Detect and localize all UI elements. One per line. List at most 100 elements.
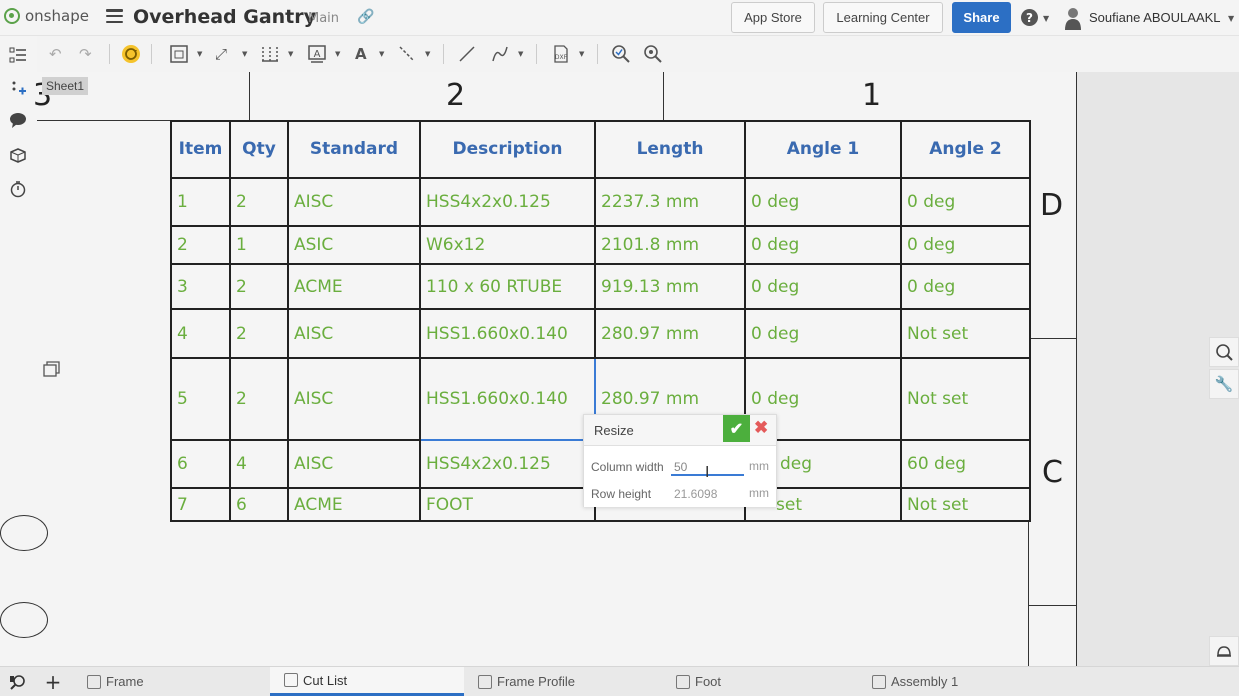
parts-icon[interactable] (7, 144, 29, 166)
history-timer-icon[interactable] (7, 178, 29, 200)
dimension-icon[interactable]: ⤢ (215, 44, 227, 64)
help-icon[interactable]: ? (1021, 9, 1038, 26)
tab-foot[interactable]: Foot (662, 667, 858, 696)
cell-standard[interactable]: AISC (287, 308, 421, 359)
cell-angle-1[interactable]: 0 deg (744, 225, 902, 265)
cell-qty[interactable]: 2 (229, 263, 289, 310)
leader-line-icon[interactable] (397, 44, 417, 64)
sheet-name-tag[interactable]: Sheet1 (42, 77, 89, 95)
spline-icon[interactable] (490, 44, 510, 64)
cell-description[interactable]: HSS4x2x0.125 (419, 439, 596, 489)
line-icon[interactable] (457, 44, 477, 64)
header-length[interactable]: Length (594, 120, 746, 179)
cell-description[interactable]: HSS1.660x0.140 (419, 308, 596, 359)
cell-standard[interactable]: AISC (287, 357, 421, 441)
user-name[interactable]: Soufiane ABOULAAKL (1089, 10, 1221, 25)
cell-description[interactable]: 110 x 60 RTUBE (419, 263, 596, 310)
learning-center-button[interactable]: Learning Center (823, 2, 943, 33)
chevron-down-icon[interactable]: ▼ (1043, 14, 1049, 23)
cell-qty[interactable]: 4 (229, 439, 289, 489)
hole-table-chevron-icon[interactable]: ▼ (288, 50, 293, 58)
cell-length[interactable]: 2101.8 mm (594, 225, 746, 265)
cell-item[interactable]: 3 (170, 263, 231, 310)
cell-length[interactable]: 280.97 mm (594, 308, 746, 359)
tab-assembly-1[interactable]: Assembly 1 (858, 667, 1052, 696)
cell-item[interactable]: 6 (170, 439, 231, 489)
text-icon[interactable]: A (355, 44, 367, 64)
tab-manager-icon[interactable] (8, 672, 28, 692)
cell-description[interactable]: HSS4x2x0.125 (419, 177, 596, 227)
cell-item[interactable]: 4 (170, 308, 231, 359)
insert-view-chevron-icon[interactable]: ▼ (197, 50, 202, 58)
spline-chevron-icon[interactable]: ▼ (518, 50, 523, 58)
cell-item[interactable]: 1 (170, 177, 231, 227)
header-description[interactable]: Description (419, 120, 596, 179)
branch-name[interactable]: Main (308, 11, 339, 26)
comments-icon[interactable] (7, 109, 29, 131)
note-chevron-icon[interactable]: ▼ (335, 50, 340, 58)
cell-angle-2[interactable]: Not set (900, 487, 1031, 522)
cell-item[interactable]: 5 (170, 357, 231, 441)
main-menu-icon[interactable] (106, 9, 123, 23)
avatar[interactable] (1063, 6, 1083, 30)
text-chevron-icon[interactable]: ▼ (379, 50, 384, 58)
check-drawing-icon[interactable] (611, 44, 631, 64)
header-item[interactable]: Item (170, 120, 231, 179)
cell-angle-2[interactable]: Not set (900, 357, 1031, 441)
insert-icon[interactable] (7, 77, 29, 99)
cell-standard[interactable]: AISC (287, 177, 421, 227)
cell-qty[interactable]: 1 (229, 225, 289, 265)
cell-item[interactable]: 2 (170, 225, 231, 265)
add-tab-icon[interactable]: + (43, 670, 63, 694)
onshape-logo[interactable]: onshape (4, 7, 89, 25)
cell-standard[interactable]: ACME (287, 263, 421, 310)
insert-view-icon[interactable] (169, 44, 189, 64)
tab-cut-list[interactable]: Cut List (270, 667, 464, 696)
cell-angle-2[interactable]: 0 deg (900, 177, 1031, 227)
user-menu-chevron-icon[interactable]: ▼ (1228, 14, 1234, 23)
accept-check-icon[interactable]: ✔ (723, 415, 750, 442)
column-width-input[interactable]: 50 (674, 460, 687, 474)
undo-icon[interactable]: ↶ (49, 44, 62, 64)
app-store-button[interactable]: App Store (731, 2, 815, 33)
cell-qty[interactable]: 2 (229, 308, 289, 359)
leader-line-chevron-icon[interactable]: ▼ (425, 50, 430, 58)
cell-angle-2[interactable]: 0 deg (900, 263, 1031, 310)
cell-angle-1[interactable]: 0 deg (744, 177, 902, 227)
hole-table-icon[interactable] (260, 44, 280, 64)
header-qty[interactable]: Qty (229, 120, 289, 179)
cell-qty[interactable]: 2 (229, 357, 289, 441)
cell-angle-2[interactable]: Not set (900, 308, 1031, 359)
cell-description-selected[interactable]: HSS1.660x0.140 (419, 357, 596, 441)
view-cube-icon[interactable] (40, 358, 62, 380)
header-angle-2[interactable]: Angle 2 (900, 120, 1031, 179)
cell-length[interactable]: 2237.3 mm (594, 177, 746, 227)
cell-standard[interactable]: ASIC (287, 225, 421, 265)
tab-frame-profile[interactable]: Frame Profile (464, 667, 662, 696)
row-height-input[interactable]: 21.6098 (674, 487, 717, 501)
document-title[interactable]: Overhead Gantry (133, 6, 316, 28)
note-icon[interactable]: A (307, 44, 327, 64)
dimension-chevron-icon[interactable]: ▼ (242, 50, 247, 58)
tab-frame[interactable]: Frame (73, 667, 270, 696)
share-button[interactable]: Share (952, 2, 1011, 33)
header-angle-1[interactable]: Angle 1 (744, 120, 902, 179)
graphics-mode-icon[interactable] (1209, 636, 1239, 666)
cell-standard[interactable]: ACME (287, 487, 421, 522)
cell-angle-1[interactable]: 0 deg (744, 263, 902, 310)
appearance-icon[interactable] (1209, 337, 1239, 367)
export-dxf-icon[interactable]: DXF (551, 44, 571, 64)
wrench-icon[interactable]: 🔧 (1209, 369, 1239, 399)
cell-qty[interactable]: 6 (229, 487, 289, 522)
cancel-close-icon[interactable]: ✖ (754, 418, 768, 438)
redo-icon[interactable]: ↷ (79, 44, 92, 64)
export-chevron-icon[interactable]: ▼ (579, 50, 584, 58)
cell-description[interactable]: W6x12 (419, 225, 596, 265)
cell-item[interactable]: 7 (170, 487, 231, 522)
link-icon[interactable]: 🔗 (357, 9, 374, 25)
cell-description[interactable]: FOOT (419, 487, 596, 522)
cell-angle-1[interactable]: 0 deg (744, 308, 902, 359)
cell-length[interactable]: 919.13 mm (594, 263, 746, 310)
cell-standard[interactable]: AISC (287, 439, 421, 489)
cell-angle-2[interactable]: 0 deg (900, 225, 1031, 265)
